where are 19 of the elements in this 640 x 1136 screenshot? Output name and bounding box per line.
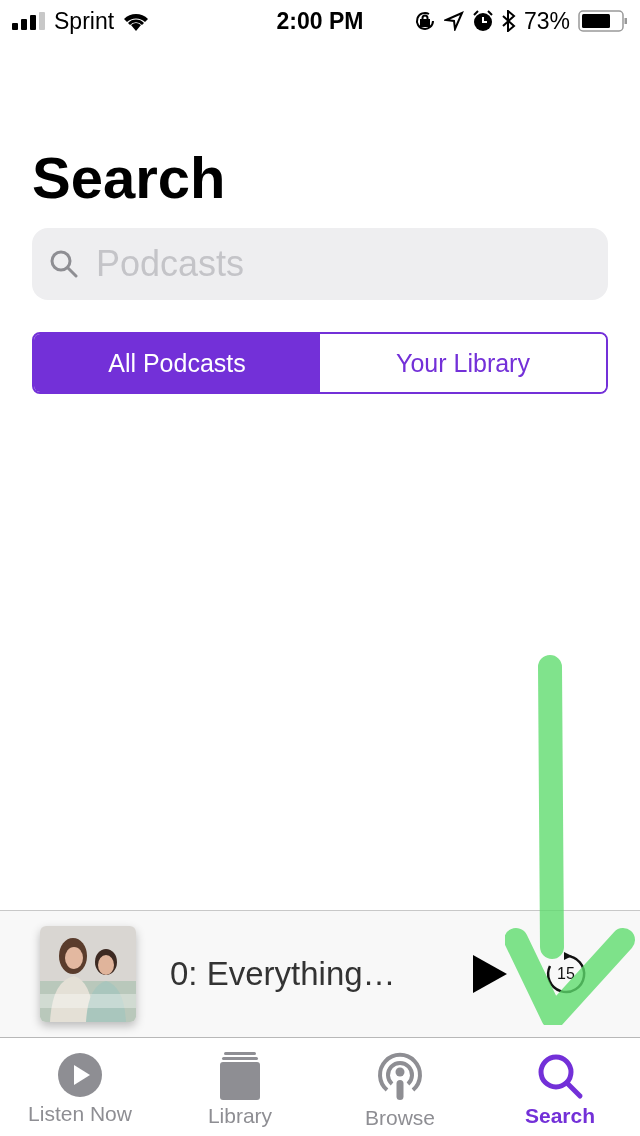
bluetooth-icon — [501, 10, 516, 32]
play-circle-icon — [57, 1052, 103, 1098]
rotation-lock-icon — [413, 10, 436, 32]
page-title: Search — [32, 144, 227, 212]
signal-icon — [12, 12, 46, 30]
carrier-name: Sprint — [54, 7, 115, 35]
mini-player[interactable]: 0: Everything… 15 — [0, 910, 640, 1038]
battery-percent: 73% — [523, 7, 570, 35]
skip-forward-button[interactable]: 15 — [544, 952, 588, 996]
location-arrow-icon — [443, 11, 464, 31]
podcast-icon — [375, 1052, 425, 1102]
search-icon — [536, 1052, 584, 1100]
alarm-clock-icon — [471, 10, 494, 32]
status-time: 2:00 PM — [276, 7, 364, 35]
stack-icon — [220, 1052, 260, 1100]
wifi-icon — [122, 11, 151, 31]
battery-icon — [578, 10, 628, 32]
scope-tab[interactable]: All Podcasts — [34, 334, 320, 392]
episode-title: 0: Everything… — [170, 955, 397, 993]
